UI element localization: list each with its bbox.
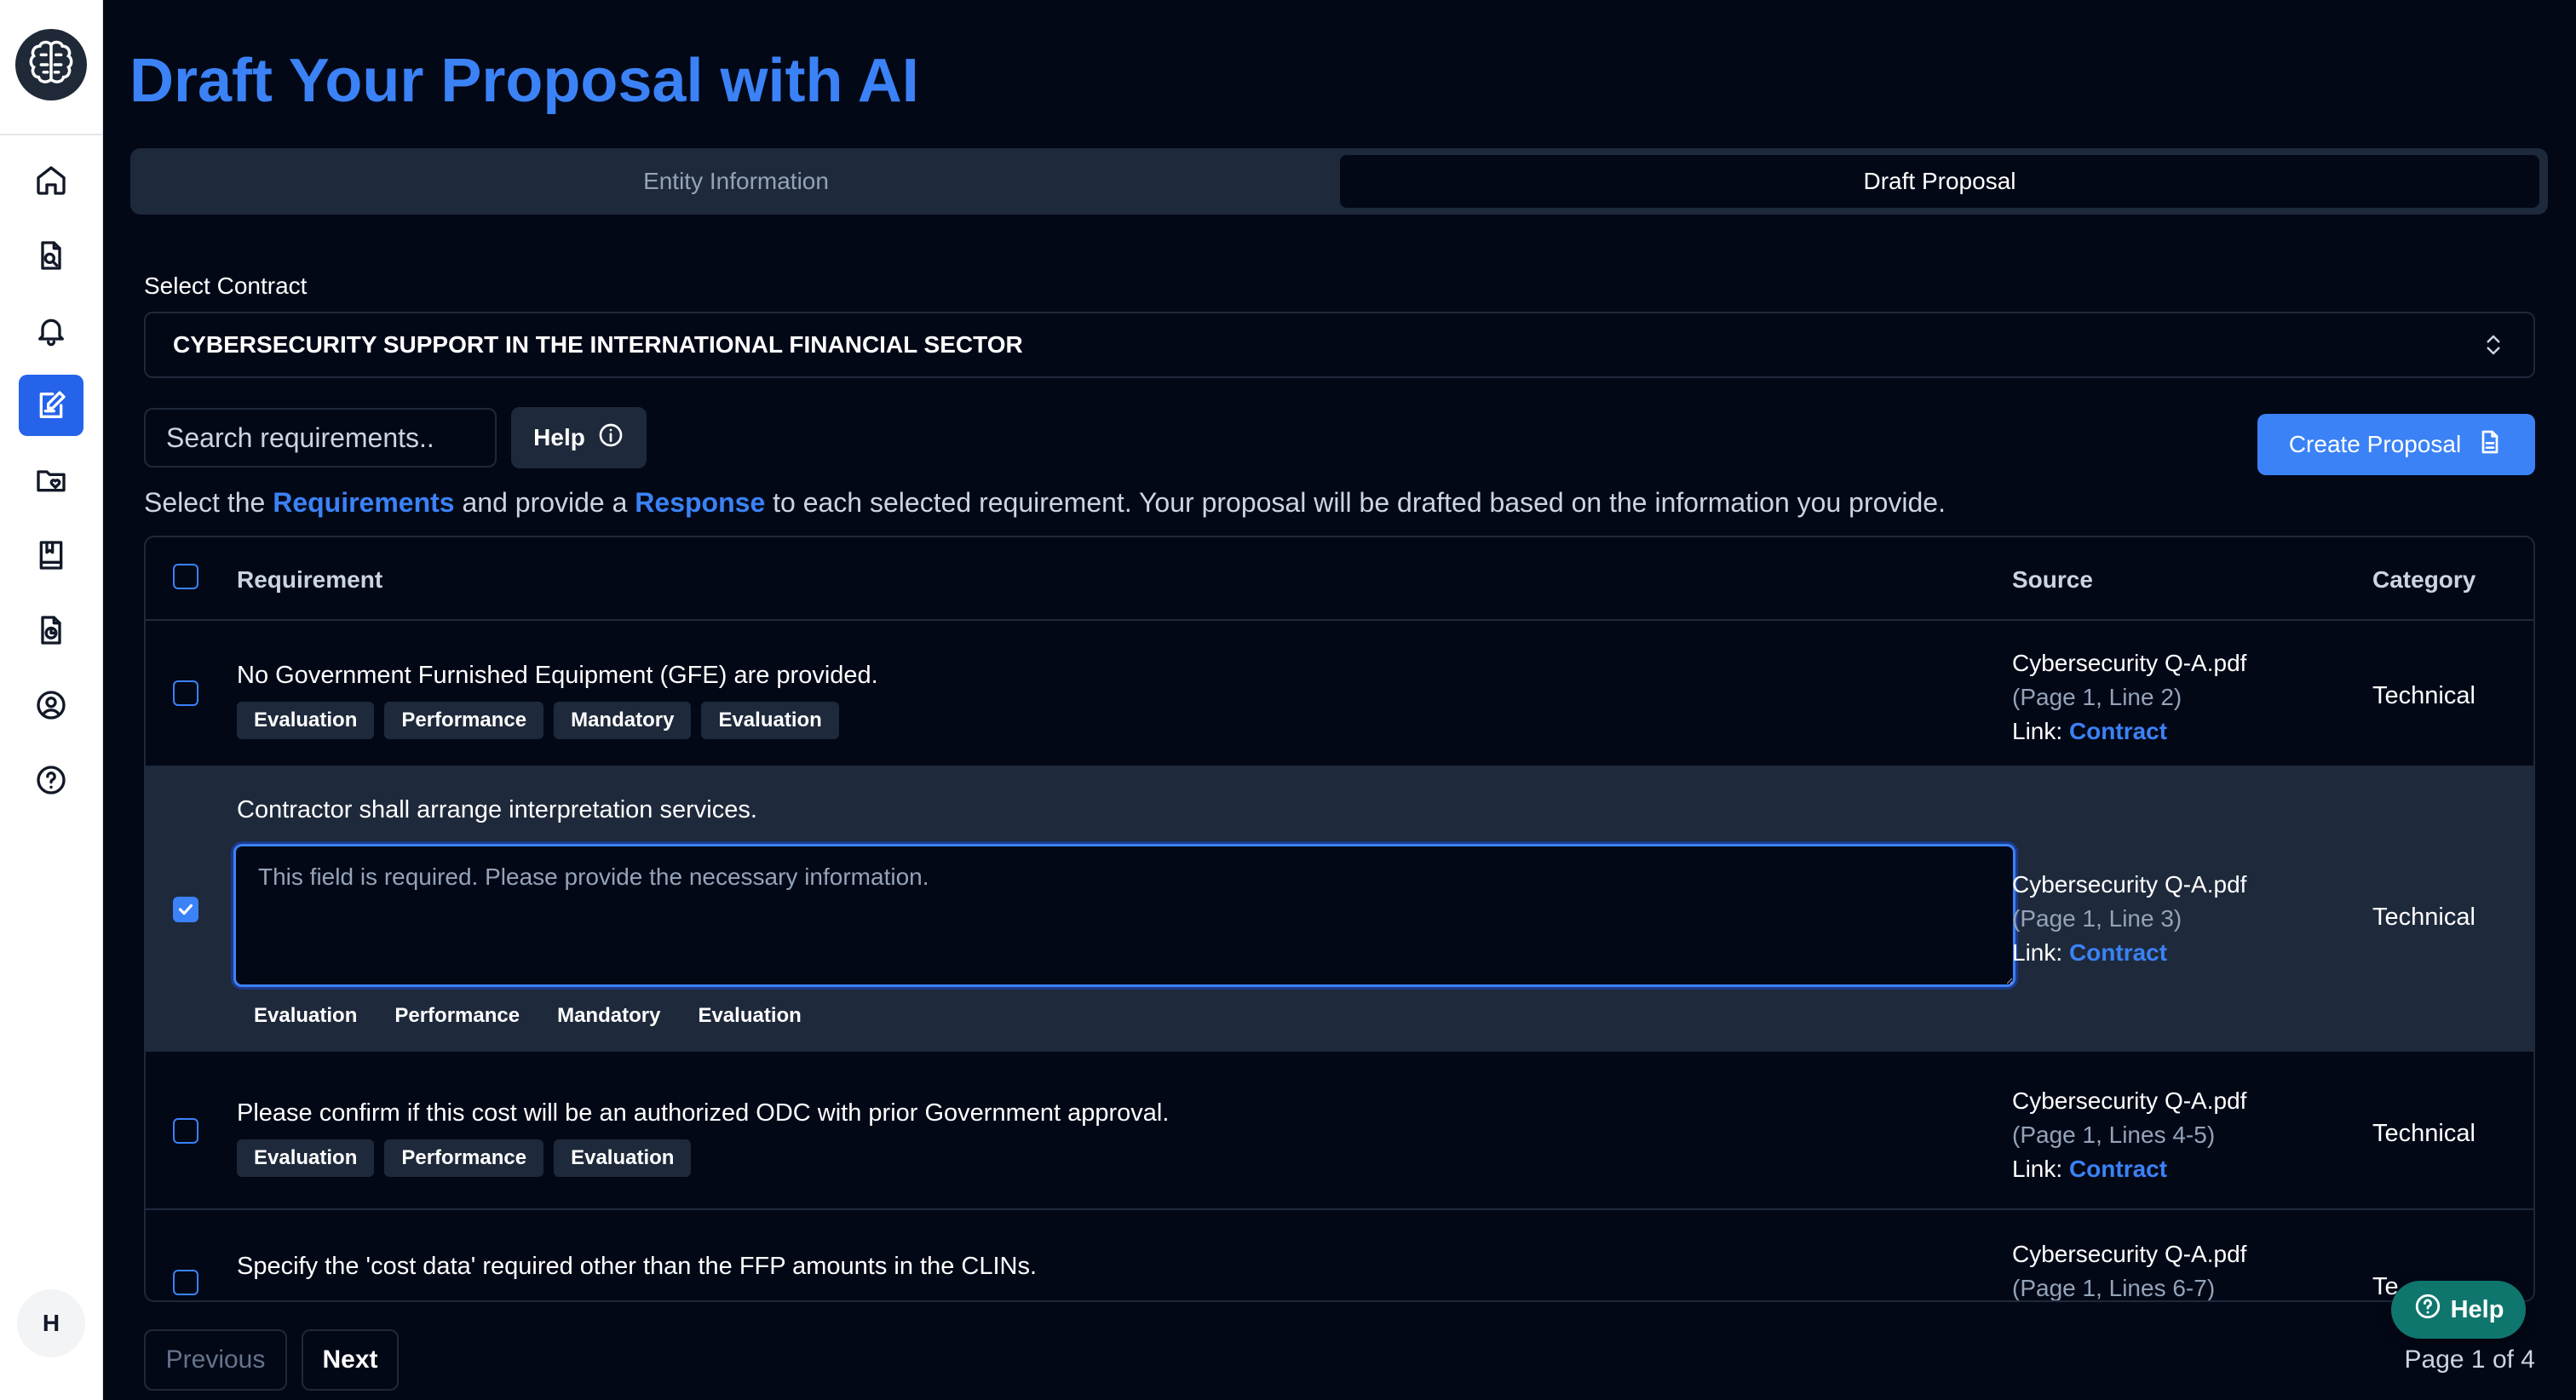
tab-bar: Entity Information Draft Proposal: [130, 148, 2548, 215]
row-checkbox[interactable]: [173, 1270, 198, 1295]
table-row[interactable]: Specify the 'cost data' required other t…: [146, 1210, 2533, 1301]
category-cell: Technical: [2372, 904, 2475, 931]
tag: Mandatory: [554, 702, 692, 739]
requirement-text: Please confirm if this cost will be an a…: [237, 1099, 1170, 1127]
tag: Mandatory: [557, 1004, 661, 1027]
tag: Performance: [384, 1139, 544, 1177]
tag: Evaluation: [701, 702, 839, 739]
brain-logo-icon[interactable]: [15, 29, 87, 100]
column-source: Source: [2012, 566, 2093, 593]
link-label: Link:: [2012, 718, 2069, 744]
source-cell: Cybersecurity Q-A.pdf (Page 1, Line 2) L…: [2012, 646, 2246, 749]
page-indicator: Page 1 of 4: [2404, 1345, 2535, 1374]
link-label: Link:: [2012, 939, 2069, 966]
contract-link[interactable]: Contract: [2069, 939, 2167, 966]
column-requirement: Requirement: [237, 566, 383, 593]
sidebar: H: [0, 0, 103, 1400]
book-icon[interactable]: [19, 525, 83, 586]
tag: Evaluation: [237, 702, 375, 739]
chevron-up-down-icon: [2481, 332, 2506, 364]
requirement-text: Contractor shall arrange interpretation …: [237, 796, 757, 823]
source-file: Cybersecurity Q-A.pdf: [2012, 1087, 2247, 1114]
previous-button[interactable]: Previous: [144, 1329, 287, 1391]
source-page: (Page 1, Line 3): [2012, 905, 2182, 932]
requirements-highlight: Requirements: [273, 487, 455, 518]
file-chart-icon[interactable]: [19, 600, 83, 661]
source-file: Cybersecurity Q-A.pdf: [2012, 1241, 2247, 1267]
document-icon: [2476, 428, 2504, 462]
help-circle-icon[interactable]: [19, 749, 83, 811]
search-input[interactable]: [144, 408, 497, 468]
floating-help-label: Help: [2450, 1295, 2504, 1323]
tag-list: Evaluation Performance Evaluation: [237, 1139, 692, 1177]
create-proposal-label: Create Proposal: [2288, 431, 2462, 457]
question-circle-icon: [2413, 1292, 2442, 1328]
contract-link[interactable]: Contract: [2069, 718, 2167, 744]
source-page: (Page 1, Lines 6-7): [2012, 1275, 2216, 1301]
select-contract-label: Select Contract: [144, 273, 308, 299]
info-icon: [597, 422, 624, 455]
row-checkbox[interactable]: [173, 680, 198, 706]
instructions-text: Select the Requirements and provide a Re…: [144, 487, 1946, 519]
tag-list: Evaluation Performance Mandatory Evaluat…: [237, 997, 819, 1035]
source-file: Cybersecurity Q-A.pdf: [2012, 871, 2247, 898]
tag: Evaluation: [237, 1139, 375, 1177]
tag-list: Evaluation Performance Mandatory Evaluat…: [237, 702, 839, 739]
file-search-icon[interactable]: [19, 225, 83, 286]
help-button[interactable]: Help: [511, 407, 647, 468]
table-row[interactable]: Please confirm if this cost will be an a…: [146, 1052, 2533, 1210]
instructions-part: Select the: [144, 487, 273, 518]
requirements-table: Requirement Source Category No Governmen…: [144, 536, 2535, 1302]
folder-heart-icon[interactable]: [19, 450, 83, 511]
source-cell: Cybersecurity Q-A.pdf (Page 1, Lines 4-5…: [2012, 1084, 2246, 1186]
instructions-part: and provide a: [454, 487, 635, 518]
bell-icon[interactable]: [19, 300, 83, 361]
user-circle-icon[interactable]: [19, 674, 83, 736]
response-highlight: Response: [635, 487, 766, 518]
category-cell: Technical: [2372, 1120, 2475, 1147]
contract-select[interactable]: CYBERSECURITY SUPPORT IN THE INTERNATION…: [144, 312, 2535, 378]
category-cell: Technical: [2372, 682, 2475, 709]
help-button-label: Help: [533, 424, 585, 450]
requirement-text: Specify the 'cost data' required other t…: [237, 1253, 1038, 1280]
check-icon: [178, 904, 193, 915]
instructions-part: to each selected requirement. Your propo…: [765, 487, 1946, 518]
table-row[interactable]: Contractor shall arrange interpretation …: [146, 767, 2533, 1052]
tab-entity-information[interactable]: Entity Information: [137, 155, 1335, 208]
tag: Evaluation: [254, 1004, 358, 1027]
page-title: Draft Your Proposal with AI: [129, 47, 919, 115]
tag: Performance: [394, 1004, 520, 1027]
tag: Performance: [384, 702, 544, 739]
requirement-text: No Government Furnished Equipment (GFE) …: [237, 662, 878, 689]
contract-link[interactable]: Contract: [2069, 1156, 2167, 1182]
select-all-checkbox[interactable]: [173, 564, 198, 589]
source-file: Cybersecurity Q-A.pdf: [2012, 650, 2247, 676]
edit-document-icon[interactable]: [19, 375, 83, 436]
avatar[interactable]: H: [17, 1289, 85, 1357]
floating-help-button[interactable]: Help: [2391, 1281, 2526, 1339]
source-page: (Page 1, Lines 4-5): [2012, 1122, 2216, 1148]
source-cell: Cybersecurity Q-A.pdf (Page 1, Lines 6-7…: [2012, 1237, 2247, 1301]
next-button[interactable]: Next: [302, 1329, 399, 1391]
tag: Evaluation: [698, 1004, 802, 1027]
home-icon[interactable]: [19, 150, 83, 211]
sidebar-divider: [0, 134, 103, 135]
tag: Evaluation: [554, 1139, 692, 1177]
link-label: Link:: [2012, 1156, 2069, 1182]
source-page: (Page 1, Line 2): [2012, 684, 2182, 710]
column-category: Category: [2372, 566, 2476, 593]
create-proposal-button[interactable]: Create Proposal: [2257, 414, 2535, 475]
response-textarea[interactable]: [233, 844, 2015, 987]
row-checkbox[interactable]: [173, 1118, 198, 1144]
row-checkbox[interactable]: [173, 897, 198, 922]
tab-draft-proposal[interactable]: Draft Proposal: [1340, 155, 2539, 208]
table-header: Requirement Source Category: [146, 537, 2533, 621]
contract-select-value: CYBERSECURITY SUPPORT IN THE INTERNATION…: [173, 331, 1023, 358]
source-cell: Cybersecurity Q-A.pdf (Page 1, Line 3) L…: [2012, 868, 2246, 970]
table-row[interactable]: No Government Furnished Equipment (GFE) …: [146, 621, 2533, 767]
